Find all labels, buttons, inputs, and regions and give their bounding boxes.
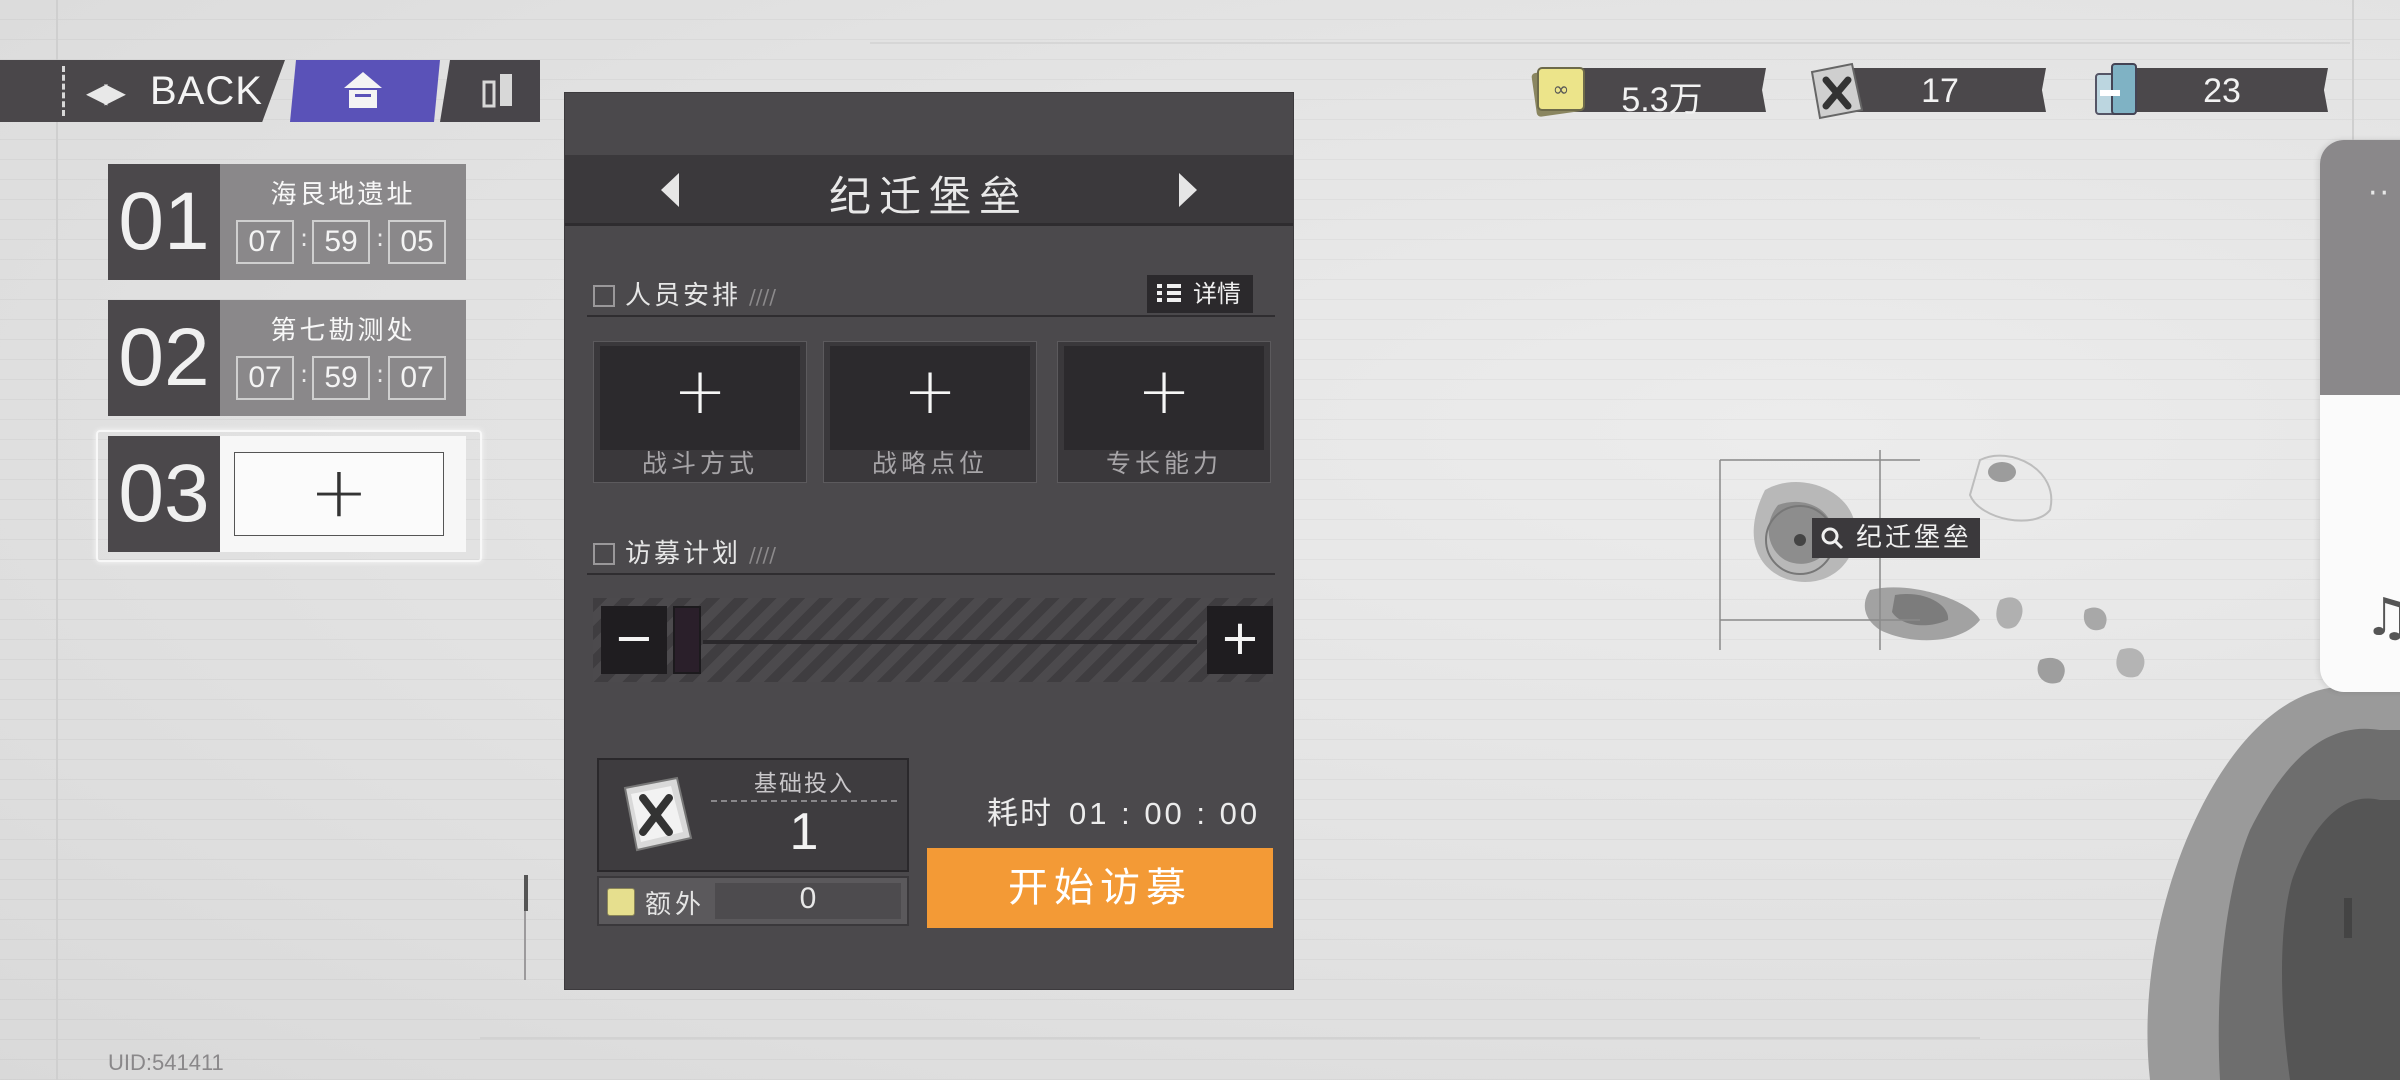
- timer-hours: 07: [236, 220, 294, 264]
- duration-value: 01 : 00 : 00: [1069, 796, 1261, 831]
- details-button[interactable]: 详情: [1147, 275, 1253, 313]
- duration: 耗时 01 : 00 : 00: [987, 788, 1260, 833]
- currency-gold[interactable]: ∞ 5.3万: [1528, 67, 1766, 119]
- frame-line: [2352, 0, 2354, 140]
- timer-colon: :: [300, 224, 309, 252]
- dashed-divider: [62, 66, 65, 116]
- search-icon: [1821, 527, 1844, 550]
- frame-line: [56, 0, 58, 1080]
- slot-info: +: [220, 436, 466, 552]
- map-terrain: [1719, 450, 2400, 1080]
- map-marker-label: 纪迁堡垒: [1856, 523, 1973, 553]
- currency-x-tag[interactable]: 17: [1804, 62, 2046, 120]
- list-icon: [1157, 284, 1181, 305]
- currency-value: 5.3万: [1621, 81, 1703, 119]
- uid-text: UID:541411: [108, 1050, 224, 1075]
- slot-card-specialty[interactable]: + 专长能力: [1057, 341, 1271, 483]
- timer-minutes: 59: [312, 356, 370, 400]
- currency-value: 17: [1921, 72, 1959, 110]
- extra-label: 额外: [645, 890, 706, 920]
- slot-01[interactable]: 01 海艮地遗址 07 : 59 : 05: [108, 164, 466, 280]
- card-label: 专长能力: [1105, 449, 1222, 478]
- section-divider: [587, 573, 1275, 575]
- timer-seconds: 07: [388, 356, 446, 400]
- back-arrow-icon: ◀ ▶: [86, 76, 126, 109]
- slider-thumb[interactable]: [673, 606, 701, 674]
- gold-card-icon: [607, 888, 635, 916]
- start-recruit-button[interactable]: 开始访募: [927, 848, 1273, 928]
- slot-number: 01: [108, 164, 220, 280]
- checkbox-icon: [593, 543, 615, 565]
- section-staffing-title: 人员安排////: [593, 275, 776, 312]
- plus-icon: +: [1137, 355, 1191, 429]
- timer-minutes: 59: [312, 220, 370, 264]
- slot-number: 03: [108, 436, 220, 552]
- terminal-icon: [482, 74, 512, 108]
- extra-cost-box[interactable]: 额外 0: [597, 876, 909, 926]
- plus-icon: +: [309, 451, 369, 533]
- base-cost-box: 基础投入 1: [597, 758, 909, 872]
- details-label: 详情: [1193, 280, 1241, 308]
- alert-marker-icon: [2344, 898, 2352, 938]
- slot-name: 海艮地遗址: [270, 180, 416, 210]
- map-marker-fortress[interactable]: 纪迁堡垒: [1812, 518, 1980, 558]
- slot-number: 02: [108, 300, 220, 416]
- recruit-panel: 纪迁堡垒 人员安排//// 详情 + 战斗方式 + 战略点位 + 专长能力 访募…: [565, 93, 1293, 989]
- recruit-slider[interactable]: − +: [593, 598, 1273, 682]
- section-divider: [587, 315, 1275, 317]
- slot-info: 海艮地遗址 07 : 59 : 05: [220, 164, 466, 280]
- extra-value: 0: [799, 882, 817, 915]
- base-cost-label: 基础投入: [711, 764, 897, 802]
- add-slot-button[interactable]: +: [234, 452, 444, 536]
- slot-card-combat-style[interactable]: + 战斗方式: [593, 341, 807, 483]
- timer-colon: :: [376, 360, 385, 388]
- timer-colon: :: [376, 224, 385, 252]
- card-label: 战斗方式: [641, 449, 758, 478]
- home-button[interactable]: [290, 60, 440, 122]
- side-drawer[interactable]: ·· ♫: [2320, 140, 2400, 692]
- checkbox-icon: [593, 285, 615, 307]
- slider-track: [703, 640, 1197, 644]
- panel-header: 纪迁堡垒: [565, 155, 1293, 226]
- card-label: 战略点位: [871, 449, 988, 478]
- home-icon: [344, 72, 382, 108]
- slot-name: 第七勘测处: [270, 316, 416, 346]
- info-marker-icon: [524, 875, 528, 911]
- back-label: BACK: [150, 69, 263, 113]
- next-arrow-icon[interactable]: [1179, 173, 1197, 207]
- increase-button[interactable]: +: [1207, 606, 1273, 674]
- currency-supply[interactable]: 23: [2086, 63, 2328, 115]
- timer-colon: :: [300, 360, 309, 388]
- base-cost-value: 1: [789, 803, 819, 861]
- decrease-button[interactable]: −: [601, 606, 667, 674]
- music-icon[interactable]: ♫: [2364, 588, 2400, 648]
- more-icon[interactable]: ··: [2368, 176, 2391, 211]
- svg-text:∞: ∞: [1553, 77, 1570, 101]
- slot-card-strategic-point[interactable]: + 战略点位: [823, 341, 1037, 483]
- back-button[interactable]: ◀ ▶ BACK: [0, 60, 285, 122]
- timer-hours: 07: [236, 356, 294, 400]
- plus-icon: +: [903, 355, 957, 429]
- section-recruit-plan-title: 访募计划////: [593, 533, 776, 570]
- frame-line: [870, 42, 2350, 44]
- slot-02[interactable]: 02 第七勘测处 07 : 59 : 07: [108, 300, 466, 416]
- duration-label: 耗时: [987, 796, 1053, 832]
- timer-seconds: 05: [388, 220, 446, 264]
- terminal-button[interactable]: [440, 60, 540, 122]
- currency-value: 23: [2203, 72, 2241, 110]
- plus-icon: +: [673, 355, 727, 429]
- slot-03[interactable]: 03 +: [108, 436, 466, 552]
- slot-info: 第七勘测处 07 : 59 : 07: [220, 300, 466, 416]
- x-tag-icon: [623, 776, 693, 852]
